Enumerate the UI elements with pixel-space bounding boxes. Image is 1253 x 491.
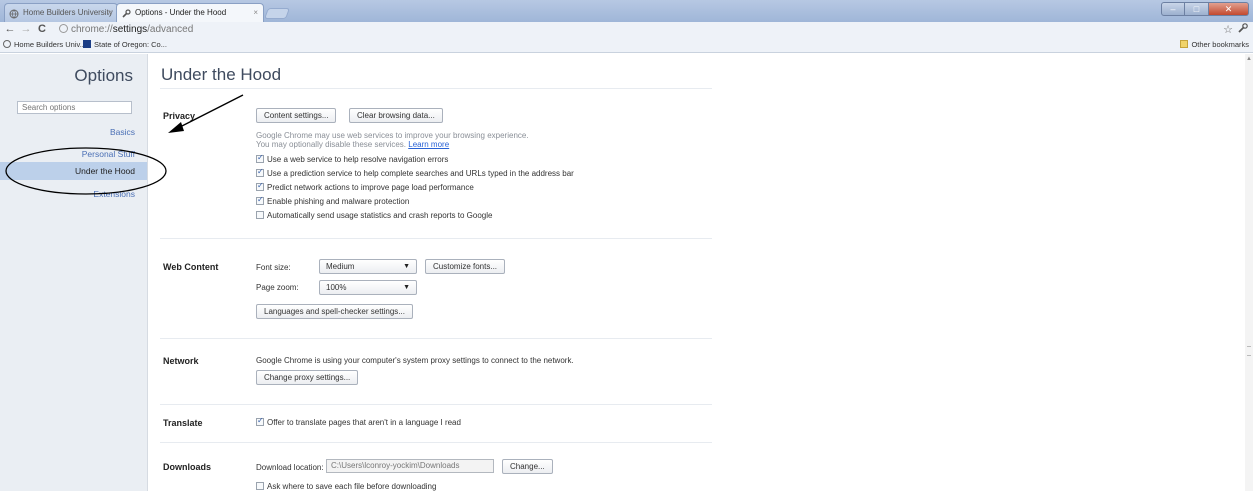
checkbox-label: Ask where to save each file before downl… (267, 482, 437, 491)
sidebar-item-extensions[interactable]: Extensions (93, 189, 135, 199)
reload-button[interactable]: C (35, 22, 49, 38)
other-bookmarks-label: Other bookmarks (1191, 40, 1249, 49)
page-title: Under the Hood (161, 65, 282, 84)
privacy-info-line1: Google Chrome may use web services to im… (256, 131, 529, 140)
network-section-label: Network (163, 356, 199, 366)
bookmark-label: Home Builders Univ... (14, 40, 86, 49)
checkbox-checked[interactable] (256, 167, 264, 177)
tab-title: Options - Under the Hood (135, 8, 227, 17)
bookmark-state-of-oregon[interactable]: State of Oregon: Co... (83, 38, 167, 52)
page-zoom-label: Page zoom: (256, 283, 299, 292)
sidebar-item-under-the-hood[interactable]: Under the Hood (0, 162, 147, 180)
scroll-up-arrow-icon[interactable]: ▲ (1246, 56, 1252, 62)
browser-titlebar: Home Builders University × Options - Und… (0, 0, 1253, 22)
close-window-button[interactable]: ✕ (1209, 2, 1249, 16)
url-scheme: chrome:// (71, 24, 113, 35)
downloads-section-label: Downloads (163, 462, 212, 472)
privacy-info-text: You may optionally disable these service… (256, 140, 407, 149)
dropdown-caret-icon: ▼ (403, 284, 410, 291)
web-content-section-label: Web Content (163, 262, 219, 272)
checkbox-checked[interactable] (256, 195, 264, 205)
translate-section-label: Translate (163, 418, 203, 428)
options-title: Options (74, 66, 133, 85)
globe-icon (9, 8, 19, 19)
search-options-input[interactable] (17, 101, 132, 114)
privacy-section-label: Privacy (163, 111, 196, 121)
network-description: Google Chrome is using your computer's s… (256, 356, 574, 365)
minimize-button[interactable]: – (1161, 2, 1185, 16)
checkbox-unchecked[interactable] (256, 482, 264, 490)
wrench-icon (121, 8, 131, 18)
clear-browsing-data-button[interactable]: Clear browsing data... (349, 108, 443, 123)
bookmarks-bar: Home Builders Univ... State of Oregon: C… (0, 38, 1253, 53)
page-zoom-value: 100% (326, 283, 347, 292)
url-path: /advanced (147, 24, 194, 35)
learn-more-link[interactable]: Learn more (408, 140, 449, 149)
bookmark-star-icon[interactable]: ☆ (1223, 23, 1233, 36)
font-size-value: Medium (326, 262, 355, 271)
tab-close-icon[interactable]: × (107, 4, 112, 22)
state-seal-icon (83, 40, 91, 48)
prediction-service-checkbox[interactable]: Use a prediction service to help complet… (256, 167, 574, 178)
divider (160, 88, 712, 89)
tab-close-icon[interactable]: × (253, 4, 258, 22)
tab-title: Home Builders University (23, 8, 113, 17)
checkbox-label: Enable phishing and malware protection (267, 197, 410, 206)
bookmark-home-builders[interactable]: Home Builders Univ... (3, 38, 86, 52)
change-download-location-button[interactable]: Change... (502, 459, 553, 474)
new-tab-button[interactable] (263, 8, 291, 19)
font-size-select[interactable]: Medium ▼ (319, 259, 417, 274)
privacy-info-line2: You may optionally disable these service… (256, 140, 449, 149)
divider (160, 404, 712, 405)
back-button[interactable]: ← (3, 22, 17, 38)
bookmark-label: State of Oregon: Co... (94, 40, 167, 49)
tab-home-builders-university[interactable]: Home Builders University × (4, 3, 118, 22)
dropdown-caret-icon: ▼ (403, 263, 410, 270)
change-proxy-settings-button[interactable]: Change proxy settings... (256, 370, 359, 385)
navigation-errors-checkbox[interactable]: Use a web service to help resolve naviga… (256, 153, 449, 164)
page-icon (59, 24, 68, 33)
page-scrollbar[interactable] (1245, 54, 1253, 491)
checkbox-label: Offer to translate pages that aren't in … (267, 418, 461, 427)
customize-fonts-button[interactable]: Customize fonts... (425, 259, 506, 274)
checkbox-label: Use a web service to help resolve naviga… (267, 155, 449, 164)
settings-content: Under the Hood Privacy Content settings.… (148, 54, 1253, 491)
font-size-label: Font size: (256, 263, 291, 272)
divider (160, 442, 712, 443)
folder-icon (1180, 40, 1189, 48)
checkbox-label: Automatically send usage statistics and … (267, 211, 493, 220)
maximize-button[interactable]: □ (1185, 2, 1209, 16)
tab-options-under-the-hood[interactable]: Options - Under the Hood × (116, 3, 264, 22)
usage-statistics-checkbox[interactable]: Automatically send usage statistics and … (256, 211, 492, 220)
wrench-menu-icon[interactable] (1237, 23, 1248, 37)
content-settings-button[interactable]: Content settings... (256, 108, 337, 123)
predict-network-checkbox[interactable]: Predict network actions to improve page … (256, 181, 474, 192)
checkbox-label: Predict network actions to improve page … (267, 183, 474, 192)
checkbox-checked[interactable] (256, 181, 264, 191)
window-controls: – □ ✕ (1161, 2, 1249, 16)
globe-icon (3, 40, 11, 48)
other-bookmarks[interactable]: Other bookmarks (1180, 38, 1249, 52)
page-zoom-select[interactable]: 100% ▼ (319, 280, 417, 295)
sidebar-item-personal-stuff[interactable]: Personal Stuff (82, 149, 135, 159)
checkbox-unchecked[interactable] (256, 211, 264, 219)
ask-where-to-save-checkbox[interactable]: Ask where to save each file before downl… (256, 482, 436, 491)
download-location-label: Download location: (256, 463, 324, 472)
checkbox-checked[interactable] (256, 416, 264, 426)
forward-button[interactable]: → (19, 22, 33, 38)
browser-toolbar: ← → C chrome://settings/advanced ☆ (0, 22, 1253, 38)
download-location-field[interactable]: C:\Users\lconroy-yockim\Downloads (326, 459, 494, 473)
divider (160, 238, 712, 239)
offer-translate-checkbox[interactable]: Offer to translate pages that aren't in … (256, 416, 461, 427)
options-sidebar: Options Basics Personal Stuff Under the … (0, 54, 148, 491)
scrollbar-grip[interactable] (1247, 346, 1251, 356)
checkbox-label: Use a prediction service to help complet… (267, 169, 574, 178)
checkbox-checked[interactable] (256, 153, 264, 163)
url-host: settings (112, 24, 148, 35)
languages-spellchecker-button[interactable]: Languages and spell-checker settings... (256, 304, 413, 319)
phishing-protection-checkbox[interactable]: Enable phishing and malware protection (256, 195, 410, 206)
sidebar-item-basics[interactable]: Basics (110, 127, 135, 137)
address-bar[interactable]: chrome://settings/advanced (59, 23, 1219, 37)
divider (160, 338, 712, 339)
